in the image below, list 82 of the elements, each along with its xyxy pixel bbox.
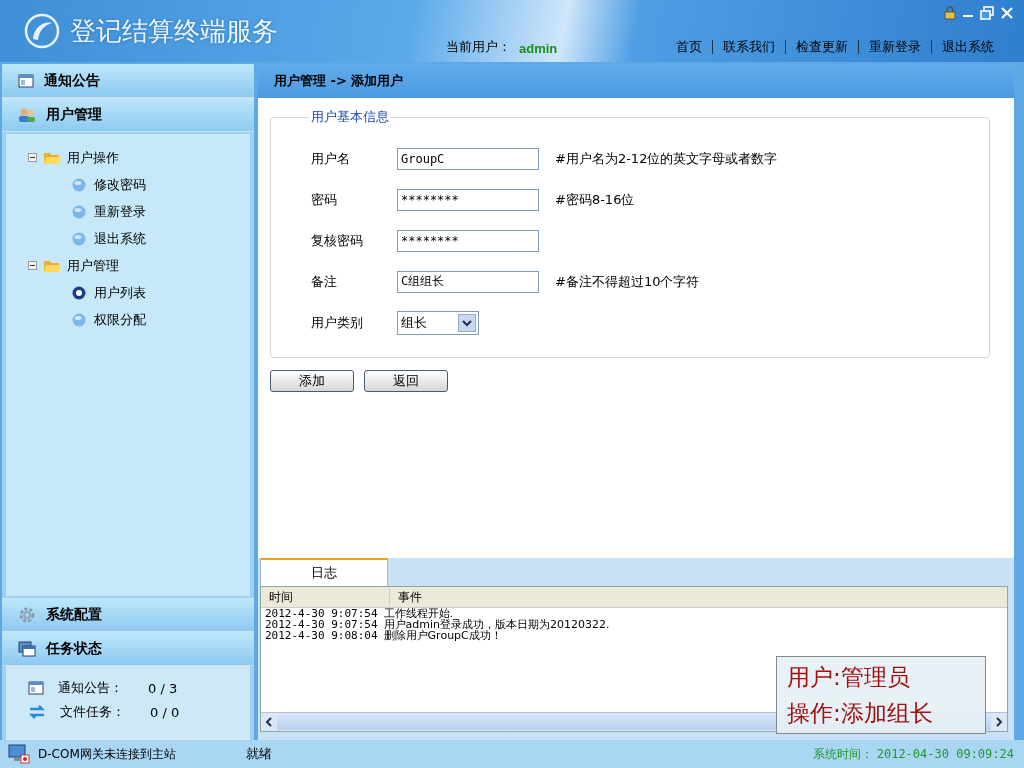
log-event: 删除用户GroupC成功！	[383, 630, 502, 641]
annotation-text: 用户:管理员	[787, 663, 911, 692]
tree-item-label: 修改密码	[94, 175, 146, 194]
input-field[interactable]: ********	[397, 188, 539, 211]
status-text: 就绪	[246, 745, 272, 763]
collapse-icon[interactable]	[28, 261, 37, 270]
field-hint: #备注不得超过10个字符	[555, 272, 700, 291]
field-label: 用户名	[311, 149, 351, 168]
close-icon[interactable]	[1000, 6, 1014, 20]
group-title: 用户基本信息	[310, 108, 390, 126]
section-title: 系统配置	[46, 605, 102, 624]
field-label: 复核密码	[311, 231, 364, 250]
log-event: 工作线程开始.	[383, 608, 454, 619]
section-header[interactable]: 用户管理	[2, 98, 254, 132]
input-field[interactable]: GroupC	[397, 147, 539, 170]
tree-item-label: 重新登录	[94, 202, 146, 221]
tree-label: 用户管理	[67, 256, 119, 275]
gear-icon	[18, 605, 36, 624]
tree-label: 用户操作	[67, 148, 119, 167]
time-label: 系统时间：	[812, 746, 873, 761]
field-label: 用户类别	[311, 313, 364, 332]
field-hint: #用户名为2-12位的英文字母或者数字	[555, 149, 778, 168]
section-header[interactable]: 任务状态	[2, 632, 254, 666]
field-label: 备注	[311, 272, 338, 291]
tree-item-label: 退出系统	[94, 229, 146, 248]
field-hint: #密码8-16位	[555, 190, 635, 209]
section-header[interactable]: 通知公告	[2, 64, 254, 98]
tree-item[interactable]: 修改密码	[28, 171, 250, 198]
nav-link[interactable]: 首页	[666, 40, 712, 54]
tree-item[interactable]: 重新登录	[28, 198, 250, 225]
nav-link[interactable]: 联系我们	[712, 40, 785, 54]
users-icon	[18, 106, 36, 123]
logo-icon	[24, 13, 60, 49]
input-field[interactable]: C组组长	[397, 270, 539, 293]
form-button[interactable]: 添加	[270, 370, 354, 392]
stat-value: 0 / 3	[148, 680, 178, 696]
window-icon	[28, 680, 44, 696]
section-header[interactable]: 系统配置	[2, 598, 254, 632]
stat-value: 0 / 0	[150, 704, 180, 720]
section-title: 通知公告	[44, 71, 100, 90]
tree-item[interactable]: 用户列表	[28, 279, 250, 306]
network-computer-icon	[8, 744, 30, 764]
section-title: 任务状态	[46, 639, 102, 658]
window-icon	[18, 72, 34, 89]
log-tab[interactable]: 日志	[260, 558, 388, 586]
log-time: 2012-4-30 9:07:54	[265, 619, 378, 630]
folder-icon	[43, 150, 61, 165]
section-title: 用户管理	[46, 105, 102, 124]
transfer-arrows-icon	[28, 704, 46, 720]
tree-node[interactable]: 用户管理	[28, 252, 250, 279]
tree-item[interactable]: 权限分配	[28, 306, 250, 333]
log-time: 2012-4-30 9:07:54	[265, 608, 378, 619]
app-title: 登记结算终端服务	[70, 14, 278, 48]
current-user-label: 当前用户：	[446, 38, 511, 56]
nav-link[interactable]: 检查更新	[785, 40, 858, 54]
form-button[interactable]: 返回	[364, 370, 448, 392]
lock-icon[interactable]	[944, 6, 956, 20]
tree-item[interactable]: 退出系统	[28, 225, 250, 252]
tree-node[interactable]: 用户操作	[28, 144, 250, 171]
stat-label: 文件任务：	[60, 703, 126, 721]
input-field[interactable]: ********	[397, 229, 539, 252]
system-time: 2012-04-30 09:09:24	[876, 746, 1014, 761]
restore-icon[interactable]	[980, 6, 994, 20]
windows-icon	[18, 640, 36, 657]
connection-status: D-COM网关未连接到主站	[38, 745, 177, 763]
stat-label: 通知公告：	[58, 679, 124, 697]
tree-item-label: 用户列表	[94, 283, 146, 302]
field-label: 密码	[311, 190, 338, 209]
nav-link[interactable]: 重新登录	[858, 40, 931, 54]
caret-icon	[458, 313, 476, 332]
category-dropdown[interactable]: 组长	[397, 310, 479, 335]
nav-link[interactable]: 退出系统	[931, 40, 1004, 54]
tree-item-label: 权限分配	[94, 310, 146, 329]
log-event: 用户admin登录成功，版本日期为20120322.	[383, 619, 610, 630]
breadcrumb-bar: 用户管理 -> 添加用户	[258, 64, 1014, 98]
current-user: admin	[519, 41, 558, 56]
log-time: 2012-4-30 9:08:04	[265, 630, 378, 641]
collapse-icon[interactable]	[28, 153, 37, 162]
folder-icon	[43, 258, 61, 273]
annotation-text: 操作:添加组长	[787, 699, 934, 728]
column-header: 时间	[261, 588, 390, 606]
column-header: 事件	[397, 588, 422, 606]
